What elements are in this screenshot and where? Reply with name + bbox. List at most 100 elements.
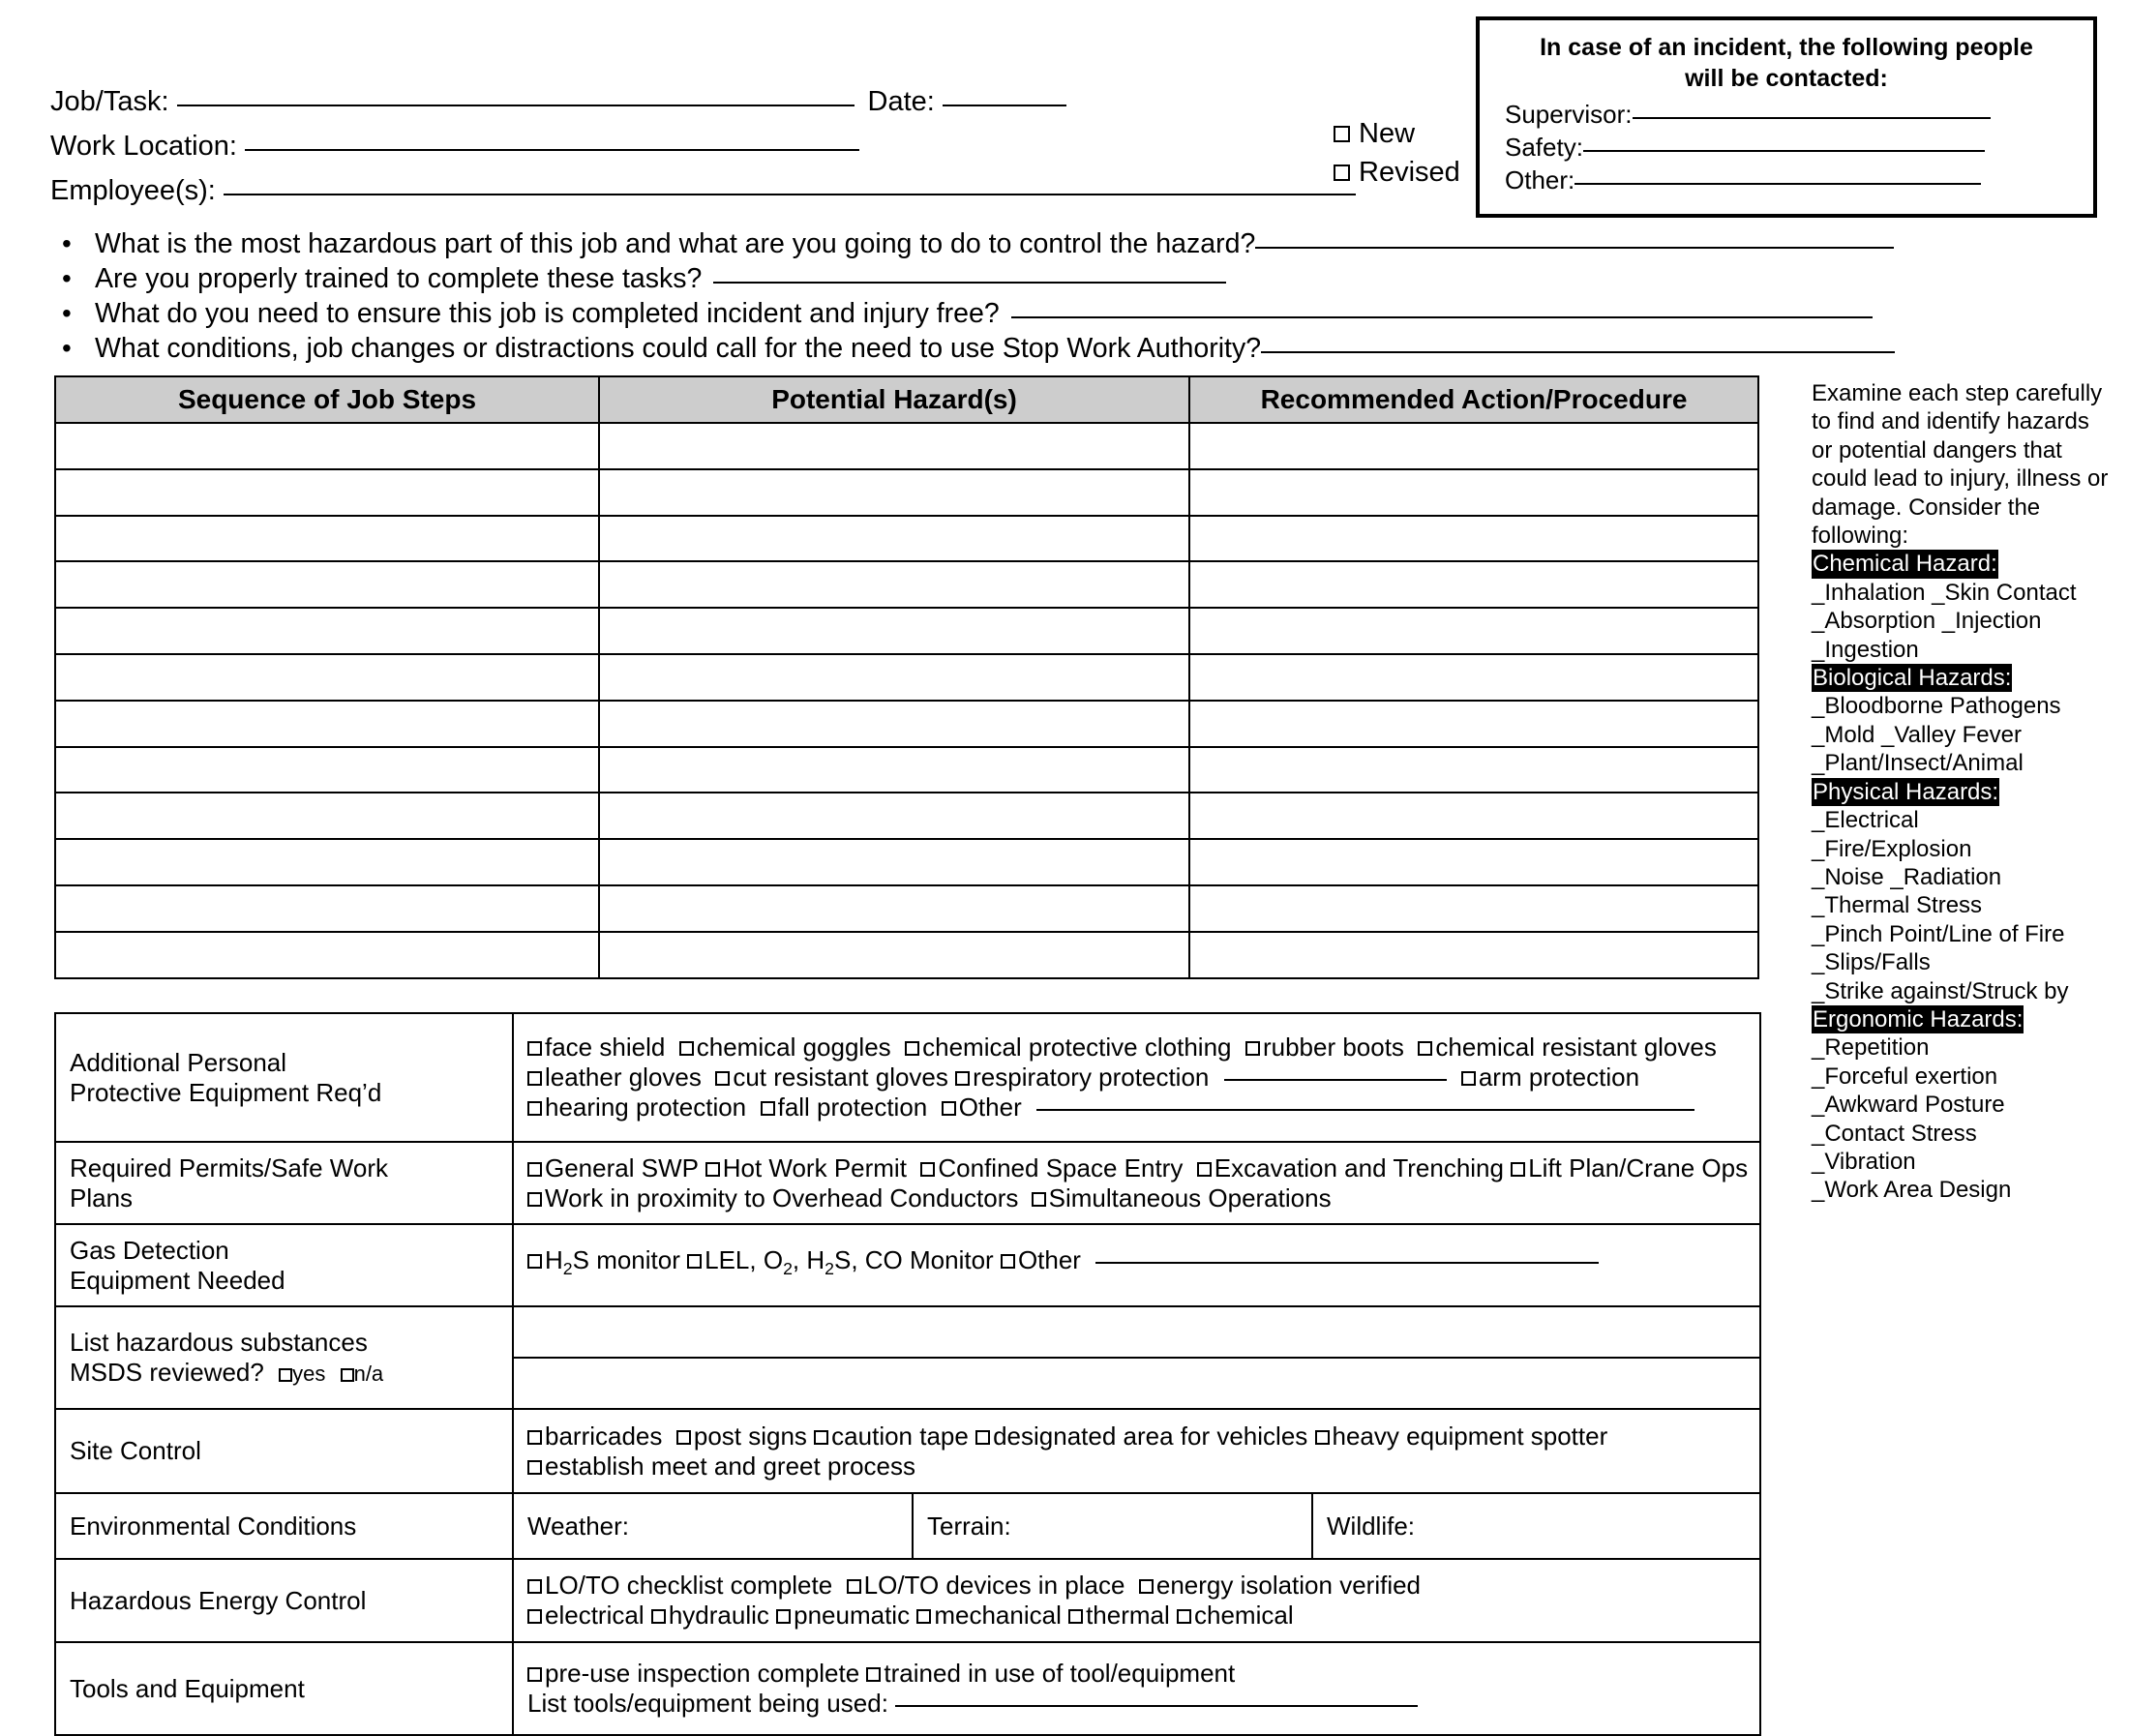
checkbox-icon[interactable] — [527, 1101, 542, 1116]
table-cell[interactable] — [54, 745, 600, 794]
checkbox-icon[interactable] — [760, 1101, 775, 1116]
checkbox-icon[interactable] — [1138, 1579, 1154, 1594]
table-cell[interactable] — [1188, 514, 1759, 563]
tools-list-input[interactable] — [895, 1705, 1419, 1707]
work-location-input[interactable] — [244, 149, 859, 151]
table-cell[interactable] — [1188, 422, 1759, 470]
table-cell[interactable] — [54, 422, 600, 470]
checkbox-icon[interactable] — [527, 1429, 542, 1445]
table-cell[interactable] — [598, 652, 1190, 702]
employees-input[interactable] — [223, 194, 1356, 195]
checkbox-icon[interactable] — [678, 1041, 694, 1056]
checkbox-icon[interactable] — [650, 1609, 666, 1624]
respiratory-protection-input[interactable] — [1223, 1079, 1447, 1081]
table-cell[interactable] — [598, 930, 1190, 979]
table-cell[interactable] — [54, 514, 600, 563]
question-answer-input[interactable] — [1261, 351, 1896, 353]
checkbox-icon[interactable] — [905, 1041, 920, 1056]
table-cell[interactable] — [598, 792, 1190, 841]
supervisor-input[interactable] — [1632, 117, 1991, 119]
checkbox-icon[interactable] — [279, 1367, 293, 1382]
gas-other-input[interactable] — [1095, 1262, 1600, 1265]
checkbox-icon[interactable] — [941, 1101, 956, 1116]
other-contact-input[interactable] — [1574, 183, 1982, 185]
checkbox-icon[interactable] — [1334, 125, 1350, 142]
checkbox-icon[interactable] — [715, 1071, 731, 1086]
table-cell[interactable] — [598, 745, 1190, 794]
msds-input-line-2[interactable] — [512, 1357, 1761, 1410]
table-cell[interactable] — [1188, 745, 1759, 794]
checkbox-icon[interactable] — [846, 1579, 861, 1594]
table-cell[interactable] — [598, 422, 1190, 470]
checkbox-icon[interactable] — [814, 1429, 829, 1445]
checkbox-icon[interactable] — [527, 1254, 542, 1270]
table-cell[interactable] — [54, 607, 600, 655]
checkbox-icon[interactable] — [527, 1579, 542, 1594]
checkbox-icon[interactable] — [527, 1667, 542, 1682]
msds-input-line-1[interactable] — [512, 1305, 1761, 1359]
checkbox-icon[interactable] — [1000, 1254, 1015, 1270]
table-cell[interactable] — [598, 607, 1190, 655]
checkbox-icon[interactable] — [776, 1609, 792, 1624]
wildlife-cell[interactable]: Wildlife: — [1311, 1492, 1761, 1560]
checkbox-icon[interactable] — [527, 1071, 542, 1086]
table-cell[interactable] — [598, 838, 1190, 886]
checkbox-icon[interactable] — [340, 1367, 354, 1382]
checkbox-icon[interactable] — [1196, 1161, 1212, 1177]
table-cell[interactable] — [54, 652, 600, 702]
table-cell[interactable] — [598, 467, 1190, 517]
checkbox-icon[interactable] — [1068, 1609, 1084, 1624]
table-cell[interactable] — [1188, 699, 1759, 748]
question-answer-input[interactable] — [1255, 247, 1895, 249]
job-task-input[interactable] — [176, 105, 855, 106]
checkbox-icon[interactable] — [916, 1609, 932, 1624]
question-answer-input[interactable] — [1010, 316, 1873, 318]
table-cell[interactable] — [1188, 792, 1759, 841]
weather-cell[interactable]: Weather: — [512, 1492, 914, 1560]
checkbox-icon[interactable] — [1418, 1041, 1433, 1056]
checkbox-icon[interactable] — [955, 1071, 971, 1086]
table-cell[interactable] — [54, 467, 600, 517]
checkbox-icon[interactable] — [1460, 1071, 1476, 1086]
table-cell[interactable] — [598, 699, 1190, 748]
table-cell[interactable] — [1188, 838, 1759, 886]
table-cell[interactable] — [598, 883, 1190, 933]
table-cell[interactable] — [1188, 560, 1759, 610]
checkbox-icon[interactable] — [1177, 1609, 1192, 1624]
safety-input[interactable] — [1582, 150, 1985, 152]
table-cell[interactable] — [1188, 467, 1759, 517]
checkbox-icon[interactable] — [687, 1254, 703, 1270]
table-cell[interactable] — [54, 560, 600, 610]
checkbox-icon[interactable] — [1244, 1041, 1260, 1056]
table-cell[interactable] — [54, 930, 600, 979]
date-input[interactable] — [942, 105, 1066, 106]
checkbox-icon[interactable] — [866, 1667, 882, 1682]
checkbox-icon[interactable] — [975, 1429, 991, 1445]
table-cell[interactable] — [598, 560, 1190, 610]
checkbox-icon[interactable] — [1334, 164, 1350, 181]
checkbox-icon[interactable] — [1511, 1161, 1526, 1177]
terrain-cell[interactable]: Terrain: — [912, 1492, 1313, 1560]
checkbox-icon[interactable] — [1314, 1429, 1330, 1445]
checkbox-icon[interactable] — [1031, 1191, 1046, 1207]
checkbox-icon[interactable] — [705, 1161, 720, 1177]
table-cell[interactable] — [54, 699, 600, 748]
new-option[interactable]: New — [1334, 114, 1460, 153]
table-cell[interactable] — [54, 792, 600, 841]
table-cell[interactable] — [54, 838, 600, 886]
checkbox-icon[interactable] — [675, 1429, 691, 1445]
ppe-other-input[interactable] — [1035, 1109, 1694, 1111]
checkbox-icon[interactable] — [527, 1191, 542, 1207]
checkbox-icon[interactable] — [527, 1041, 542, 1056]
table-cell[interactable] — [54, 883, 600, 933]
table-cell[interactable] — [1188, 652, 1759, 702]
table-cell[interactable] — [1188, 607, 1759, 655]
table-cell[interactable] — [1188, 930, 1759, 979]
table-cell[interactable] — [1188, 883, 1759, 933]
checkbox-icon[interactable] — [527, 1161, 542, 1177]
question-answer-input[interactable] — [713, 282, 1227, 284]
checkbox-icon[interactable] — [920, 1161, 936, 1177]
revised-option[interactable]: Revised — [1334, 153, 1460, 192]
checkbox-icon[interactable] — [527, 1609, 542, 1624]
table-cell[interactable] — [598, 514, 1190, 563]
